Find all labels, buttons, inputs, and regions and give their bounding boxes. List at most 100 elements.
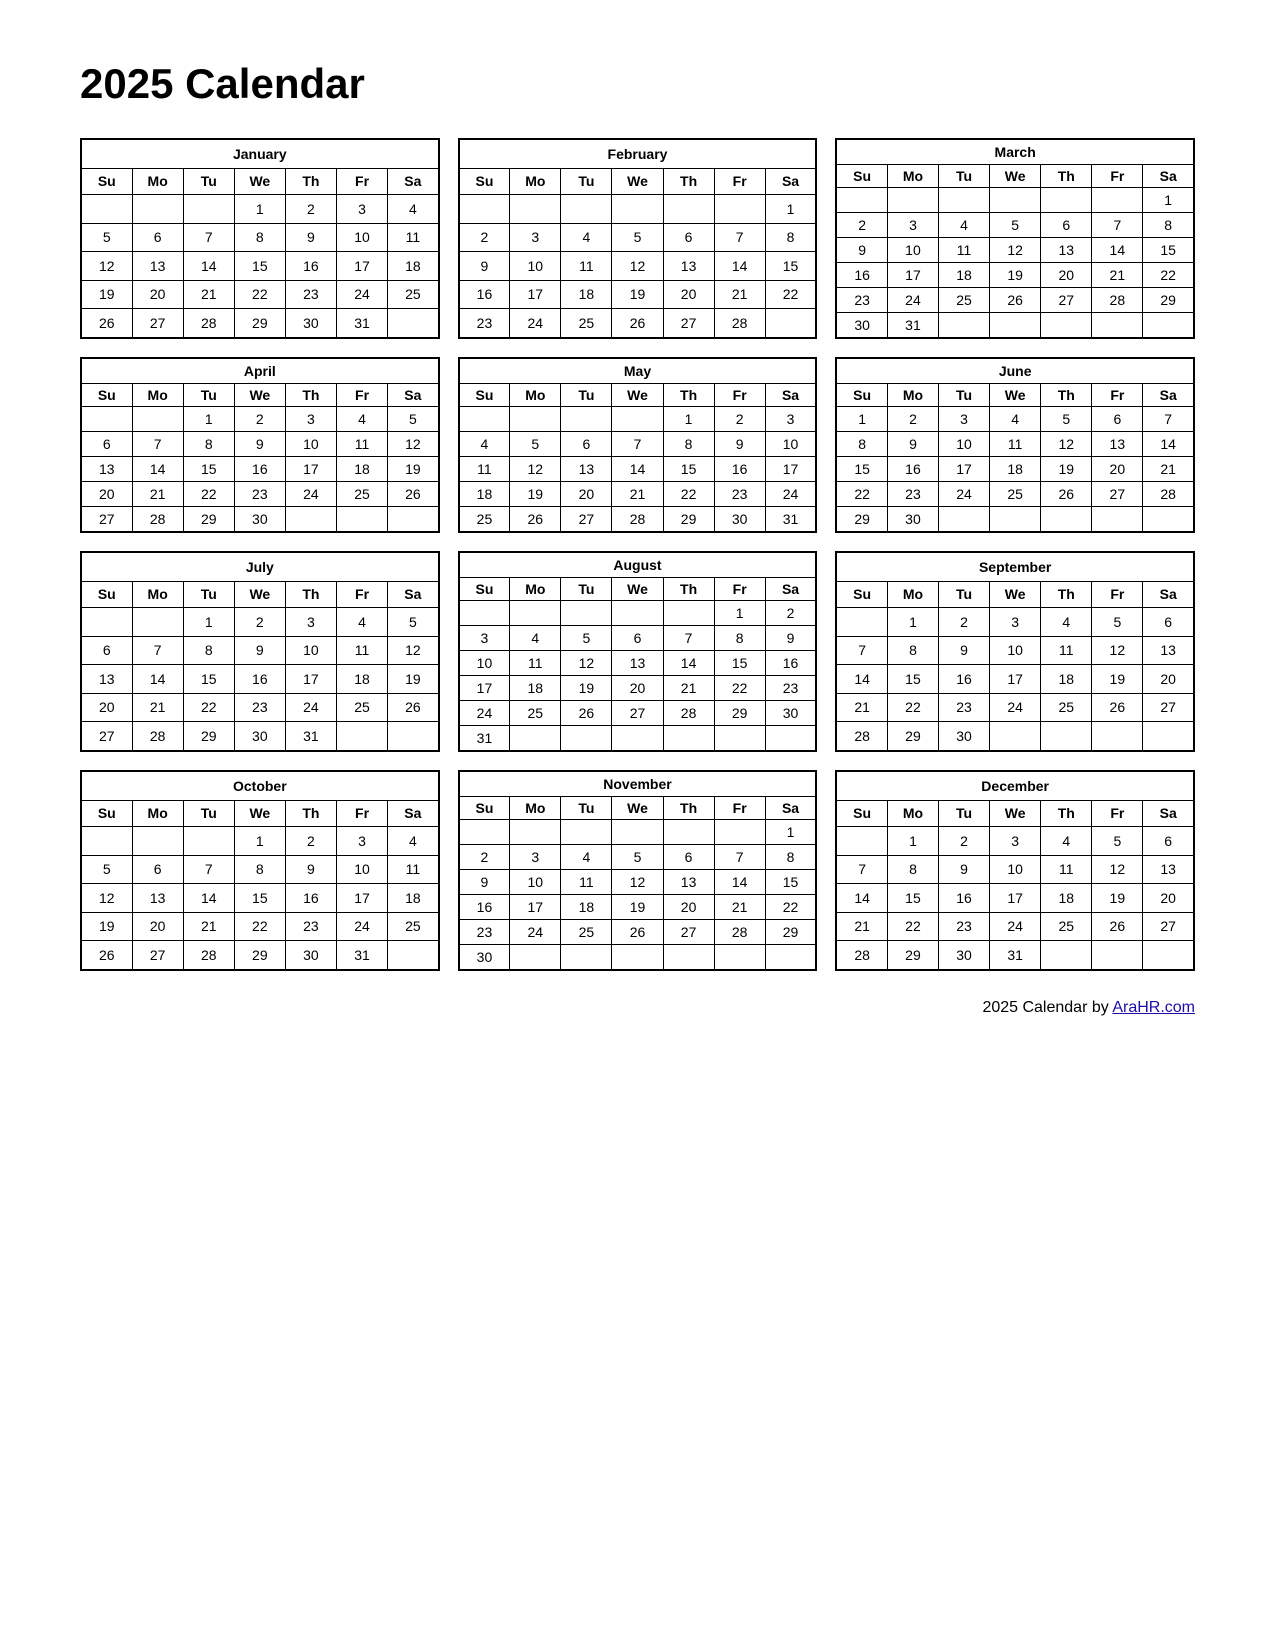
day-cell: 15 [836,457,887,482]
day-cell: 2 [836,213,887,238]
day-cell: 11 [1041,855,1092,884]
day-cell: 28 [836,722,887,751]
day-cell: 15 [183,457,234,482]
day-header-su: Su [459,578,510,601]
day-cell: 10 [510,870,561,895]
table-row: 2930 [836,507,1194,533]
day-cell: 12 [510,457,561,482]
day-cell: 18 [388,884,439,913]
day-cell: 16 [765,651,816,676]
day-header-fr: Fr [1092,384,1143,407]
day-cell: 1 [765,194,816,223]
day-cell: 15 [234,252,285,281]
day-cell: 17 [887,263,938,288]
month-table-october: OctoberSuMoTuWeThFrSa1234567891011121314… [80,770,440,971]
day-cell: 16 [714,457,765,482]
day-cell: 7 [183,855,234,884]
day-cell: 2 [714,407,765,432]
empty-cell [1092,313,1143,339]
day-cell: 20 [81,693,132,722]
empty-cell [612,601,663,626]
empty-cell [459,194,510,223]
day-header-fr: Fr [336,581,387,607]
empty-cell [81,607,132,636]
day-cell: 17 [285,665,336,694]
day-cell: 4 [561,845,612,870]
day-cell: 23 [939,912,990,941]
day-cell: 3 [336,194,387,223]
empty-cell [714,945,765,971]
table-row: 282930 [836,722,1194,751]
day-cell: 19 [561,676,612,701]
day-cell: 26 [612,309,663,338]
day-cell: 22 [887,912,938,941]
days-header-row: SuMoTuWeThFrSa [81,800,439,826]
day-cell: 19 [1092,665,1143,694]
day-header-we: We [990,165,1041,188]
day-cell: 7 [132,636,183,665]
table-row: 262728293031 [81,941,439,970]
day-cell: 18 [388,252,439,281]
day-cell: 22 [887,693,938,722]
day-cell: 3 [765,407,816,432]
day-header-fr: Fr [714,384,765,407]
table-row: 16171819202122 [459,280,817,309]
day-cell: 24 [285,693,336,722]
day-cell: 7 [612,432,663,457]
empty-cell [510,407,561,432]
day-cell: 6 [561,432,612,457]
page-title: 2025 Calendar [80,60,1195,108]
day-cell: 13 [612,651,663,676]
day-cell: 3 [285,407,336,432]
day-cell: 25 [510,701,561,726]
day-cell: 15 [887,884,938,913]
day-cell: 4 [510,626,561,651]
day-cell: 9 [939,855,990,884]
day-cell: 14 [132,665,183,694]
table-row: 2728293031 [81,722,439,751]
day-cell: 17 [459,676,510,701]
day-cell: 20 [561,482,612,507]
day-cell: 25 [1041,912,1092,941]
day-header-th: Th [663,168,714,194]
day-cell: 3 [510,845,561,870]
empty-cell [1041,313,1092,339]
day-cell: 5 [990,213,1041,238]
day-cell: 26 [388,693,439,722]
day-cell: 27 [81,722,132,751]
day-cell: 10 [990,636,1041,665]
day-cell: 20 [132,912,183,941]
table-row: 10111213141516 [459,651,817,676]
day-cell: 30 [285,941,336,970]
table-row: 23242526272829 [836,288,1194,313]
empty-cell [836,607,887,636]
day-header-mo: Mo [132,581,183,607]
table-row: 2345678 [459,223,817,252]
day-cell: 13 [81,457,132,482]
day-cell: 20 [663,280,714,309]
footer-link[interactable]: AraHR.com [1112,999,1195,1016]
day-cell: 10 [990,855,1041,884]
table-row: 13141516171819 [81,665,439,694]
day-cell: 2 [765,601,816,626]
empty-cell [561,726,612,752]
day-cell: 15 [1143,238,1194,263]
day-cell: 9 [234,636,285,665]
table-row: 17181920212223 [459,676,817,701]
day-cell: 23 [939,693,990,722]
day-cell: 12 [1041,432,1092,457]
day-cell: 1 [765,820,816,845]
day-cell: 15 [663,457,714,482]
day-cell: 8 [887,855,938,884]
day-cell: 30 [459,945,510,971]
days-header-row: SuMoTuWeThFrSa [459,384,817,407]
day-cell: 9 [234,432,285,457]
day-header-th: Th [1041,165,1092,188]
day-header-mo: Mo [510,578,561,601]
day-cell: 15 [714,651,765,676]
day-cell: 28 [132,722,183,751]
day-cell: 27 [663,920,714,945]
empty-cell [663,194,714,223]
day-cell: 12 [561,651,612,676]
day-cell: 1 [663,407,714,432]
